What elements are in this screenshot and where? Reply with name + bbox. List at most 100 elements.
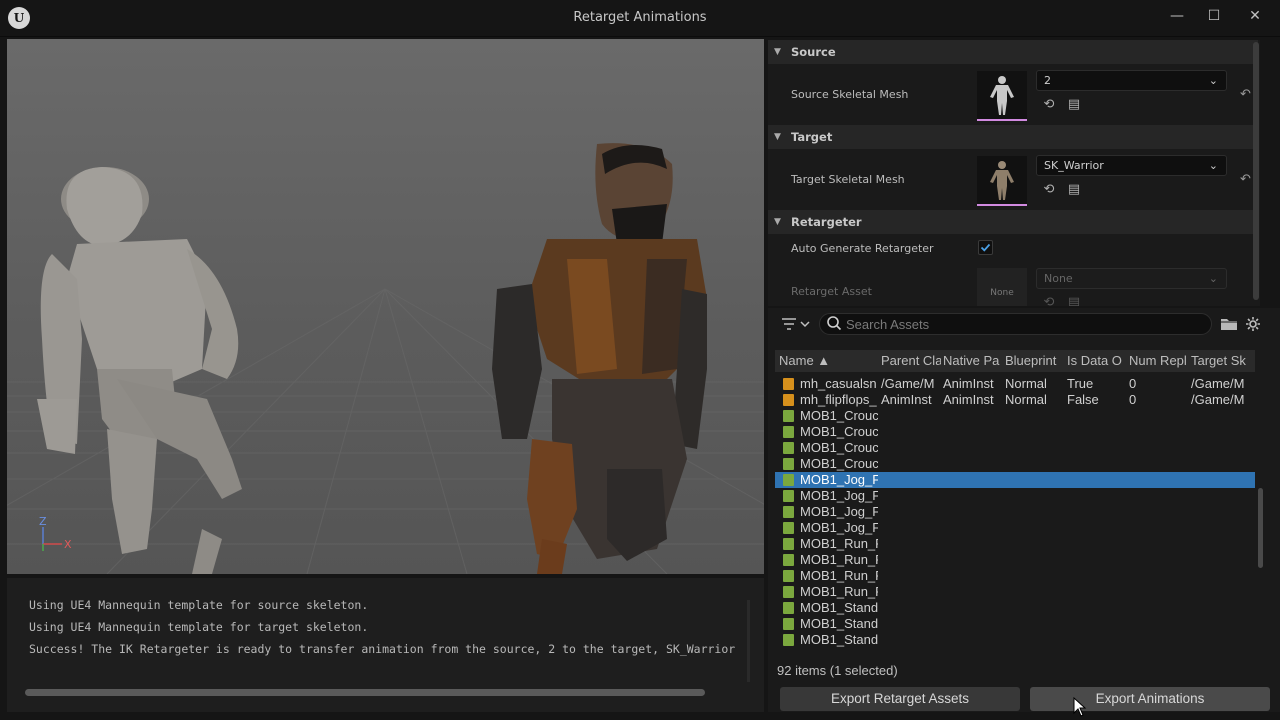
asset-cell: MOB1_Stand: [800, 632, 878, 647]
asset-row[interactable]: MOB1_Stand: [775, 616, 1255, 632]
asset-cell: 0: [1129, 376, 1137, 391]
minimize-button[interactable]: —: [1162, 4, 1192, 28]
asset-row[interactable]: MOB1_Run_F: [775, 536, 1255, 552]
use-selected-icon[interactable]: ⟲: [1041, 182, 1057, 198]
column-header-name[interactable]: Name ▲: [779, 353, 875, 368]
column-header-parent-class[interactable]: Parent Cla: [881, 353, 941, 368]
asset-row[interactable]: MOB1_Croucl: [775, 424, 1255, 440]
checkmark-icon: [980, 243, 991, 252]
mouse-cursor-icon: [1073, 697, 1087, 717]
asset-row[interactable]: MOB1_Stand: [775, 600, 1255, 616]
asset-cell: MOB1_Croucl: [800, 408, 878, 423]
asset-row[interactable]: mh_flipflops_ AnimInst AnimInst Normal False…: [775, 392, 1255, 408]
asset-row[interactable]: MOB1_Run_F: [775, 552, 1255, 568]
asset-row[interactable]: MOB1_Croucl: [775, 456, 1255, 472]
browse-asset-icon: ▤: [1067, 295, 1081, 306]
retarget-asset-label: Retarget Asset: [791, 285, 872, 298]
anim-sequence-icon: [783, 442, 794, 454]
export-animations-button[interactable]: Export Animations: [1030, 687, 1270, 711]
asset-row[interactable]: MOB1_Croucl: [775, 440, 1255, 456]
asset-row[interactable]: MOB1_Jog_F: [775, 472, 1255, 488]
asset-cell: MOB1_Jog_F: [800, 472, 878, 487]
output-log[interactable]: Using UE4 Mannequin template for source …: [7, 578, 764, 712]
retargeter-section-header[interactable]: ▼ Retargeter: [768, 210, 1258, 234]
log-vertical-scrollbar[interactable]: [747, 600, 750, 682]
folder-icon[interactable]: [1220, 316, 1238, 332]
asset-row[interactable]: MOB1_Croucl: [775, 408, 1255, 424]
reset-to-default-icon[interactable]: ↶: [1240, 172, 1251, 187]
gear-icon[interactable]: [1245, 316, 1261, 332]
asset-cell: MOB1_Run_F: [800, 584, 878, 599]
log-horizontal-scrollbar[interactable]: [25, 689, 705, 696]
asset-cell: MOB1_Croucl: [800, 440, 878, 455]
source-mesh-value: 2: [1044, 74, 1051, 87]
asset-cell: MOB1_Jog_F: [800, 504, 878, 519]
target-mesh-thumbnail[interactable]: [977, 156, 1027, 206]
search-icon: [827, 316, 842, 331]
collapse-caret-icon: ▼: [774, 217, 781, 227]
source-mesh-thumbnail[interactable]: [977, 71, 1027, 121]
use-selected-icon[interactable]: ⟲: [1041, 97, 1057, 113]
browse-asset-icon[interactable]: ▤: [1066, 97, 1082, 113]
asset-cell: AnimInst: [881, 392, 932, 407]
source-mesh-combo[interactable]: 2 ⌄: [1036, 70, 1227, 91]
export-retarget-assets-button[interactable]: Export Retarget Assets: [780, 687, 1020, 711]
column-header-target-skeleton[interactable]: Target Sk: [1191, 353, 1255, 368]
browse-asset-icon[interactable]: ▤: [1066, 182, 1082, 198]
asset-cell: MOB1_Jog_F: [800, 520, 878, 535]
search-box[interactable]: [819, 313, 1212, 335]
anim-sequence-icon: [783, 618, 794, 630]
asset-row[interactable]: MOB1_Jog_F: [775, 488, 1255, 504]
close-button[interactable]: ✕: [1240, 4, 1270, 28]
asset-cell: mh_flipflops_: [800, 392, 877, 407]
asset-table-scrollbar[interactable]: [1258, 488, 1263, 568]
column-header-blueprint[interactable]: Blueprint: [1005, 353, 1065, 368]
asset-row[interactable]: mh_casualsn/Game/M AnimInst Normal True 0/Ga…: [775, 376, 1255, 392]
target-mesh-combo[interactable]: SK_Warrior ⌄: [1036, 155, 1227, 176]
asset-cell: AnimInst: [943, 376, 994, 391]
chevron-down-icon: ⌄: [1208, 159, 1218, 172]
maximize-button[interactable]: ☐: [1199, 4, 1229, 28]
filter-icon: [782, 318, 810, 330]
asset-row[interactable]: MOB1_Jog_F: [775, 520, 1255, 536]
preview-viewport[interactable]: Z X: [7, 39, 764, 574]
column-header-is-data-only[interactable]: Is Data O: [1067, 353, 1127, 368]
axis-z-label: Z: [39, 515, 47, 528]
source-section-header[interactable]: ▼ Source: [768, 40, 1258, 64]
search-input[interactable]: [846, 316, 1206, 332]
anim-sequence-icon: [783, 634, 794, 646]
anim-blueprint-icon: [783, 378, 794, 390]
target-mesh-value: SK_Warrior: [1044, 159, 1104, 172]
asset-cell: MOB1_Jog_F: [800, 488, 878, 503]
details-scrollbar[interactable]: [1252, 42, 1260, 302]
anim-sequence-icon: [783, 490, 794, 502]
retarget-asset-thumbnail: None: [977, 268, 1027, 306]
chevron-down-icon: ⌄: [1208, 272, 1218, 285]
asset-cell: mh_casualsn: [800, 376, 877, 391]
asset-table-header: Name ▲ Parent Cla Native Pa Blueprint Is…: [775, 350, 1255, 372]
asset-cell: MOB1_Run_F: [800, 536, 878, 551]
asset-row[interactable]: MOB1_Jog_F: [775, 504, 1255, 520]
collapse-caret-icon: ▼: [774, 132, 781, 142]
asset-row[interactable]: MOB1_Run_F: [775, 584, 1255, 600]
asset-cell: MOB1_Croucl: [800, 424, 878, 439]
reset-to-default-icon[interactable]: ↶: [1240, 87, 1251, 102]
anim-blueprint-icon: [783, 394, 794, 406]
asset-row[interactable]: MOB1_Run_F: [775, 568, 1255, 584]
asset-cell: Normal: [1005, 376, 1047, 391]
anim-sequence-icon: [783, 586, 794, 598]
column-header-native-parent[interactable]: Native Pa: [943, 353, 1003, 368]
anim-sequence-icon: [783, 410, 794, 422]
retarget-asset-combo: None ⌄: [1036, 268, 1227, 289]
asset-browser: Name ▲ Parent Cla Native Pa Blueprint Is…: [768, 308, 1280, 717]
asset-cell: /Game/M: [881, 376, 935, 391]
asset-row[interactable]: MOB1_Stand: [775, 632, 1255, 648]
log-line: Using UE4 Mannequin template for target …: [29, 620, 754, 634]
asset-toolbar: [768, 308, 1280, 340]
target-section-header[interactable]: ▼ Target: [768, 125, 1258, 149]
filter-button[interactable]: [778, 314, 814, 334]
column-header-num-replicated[interactable]: Num Repl: [1129, 353, 1189, 368]
asset-table-body[interactable]: mh_casualsn/Game/M AnimInst Normal True 0/Ga…: [775, 376, 1255, 656]
auto-generate-checkbox[interactable]: [978, 240, 993, 255]
collapse-caret-icon: ▼: [774, 47, 781, 57]
